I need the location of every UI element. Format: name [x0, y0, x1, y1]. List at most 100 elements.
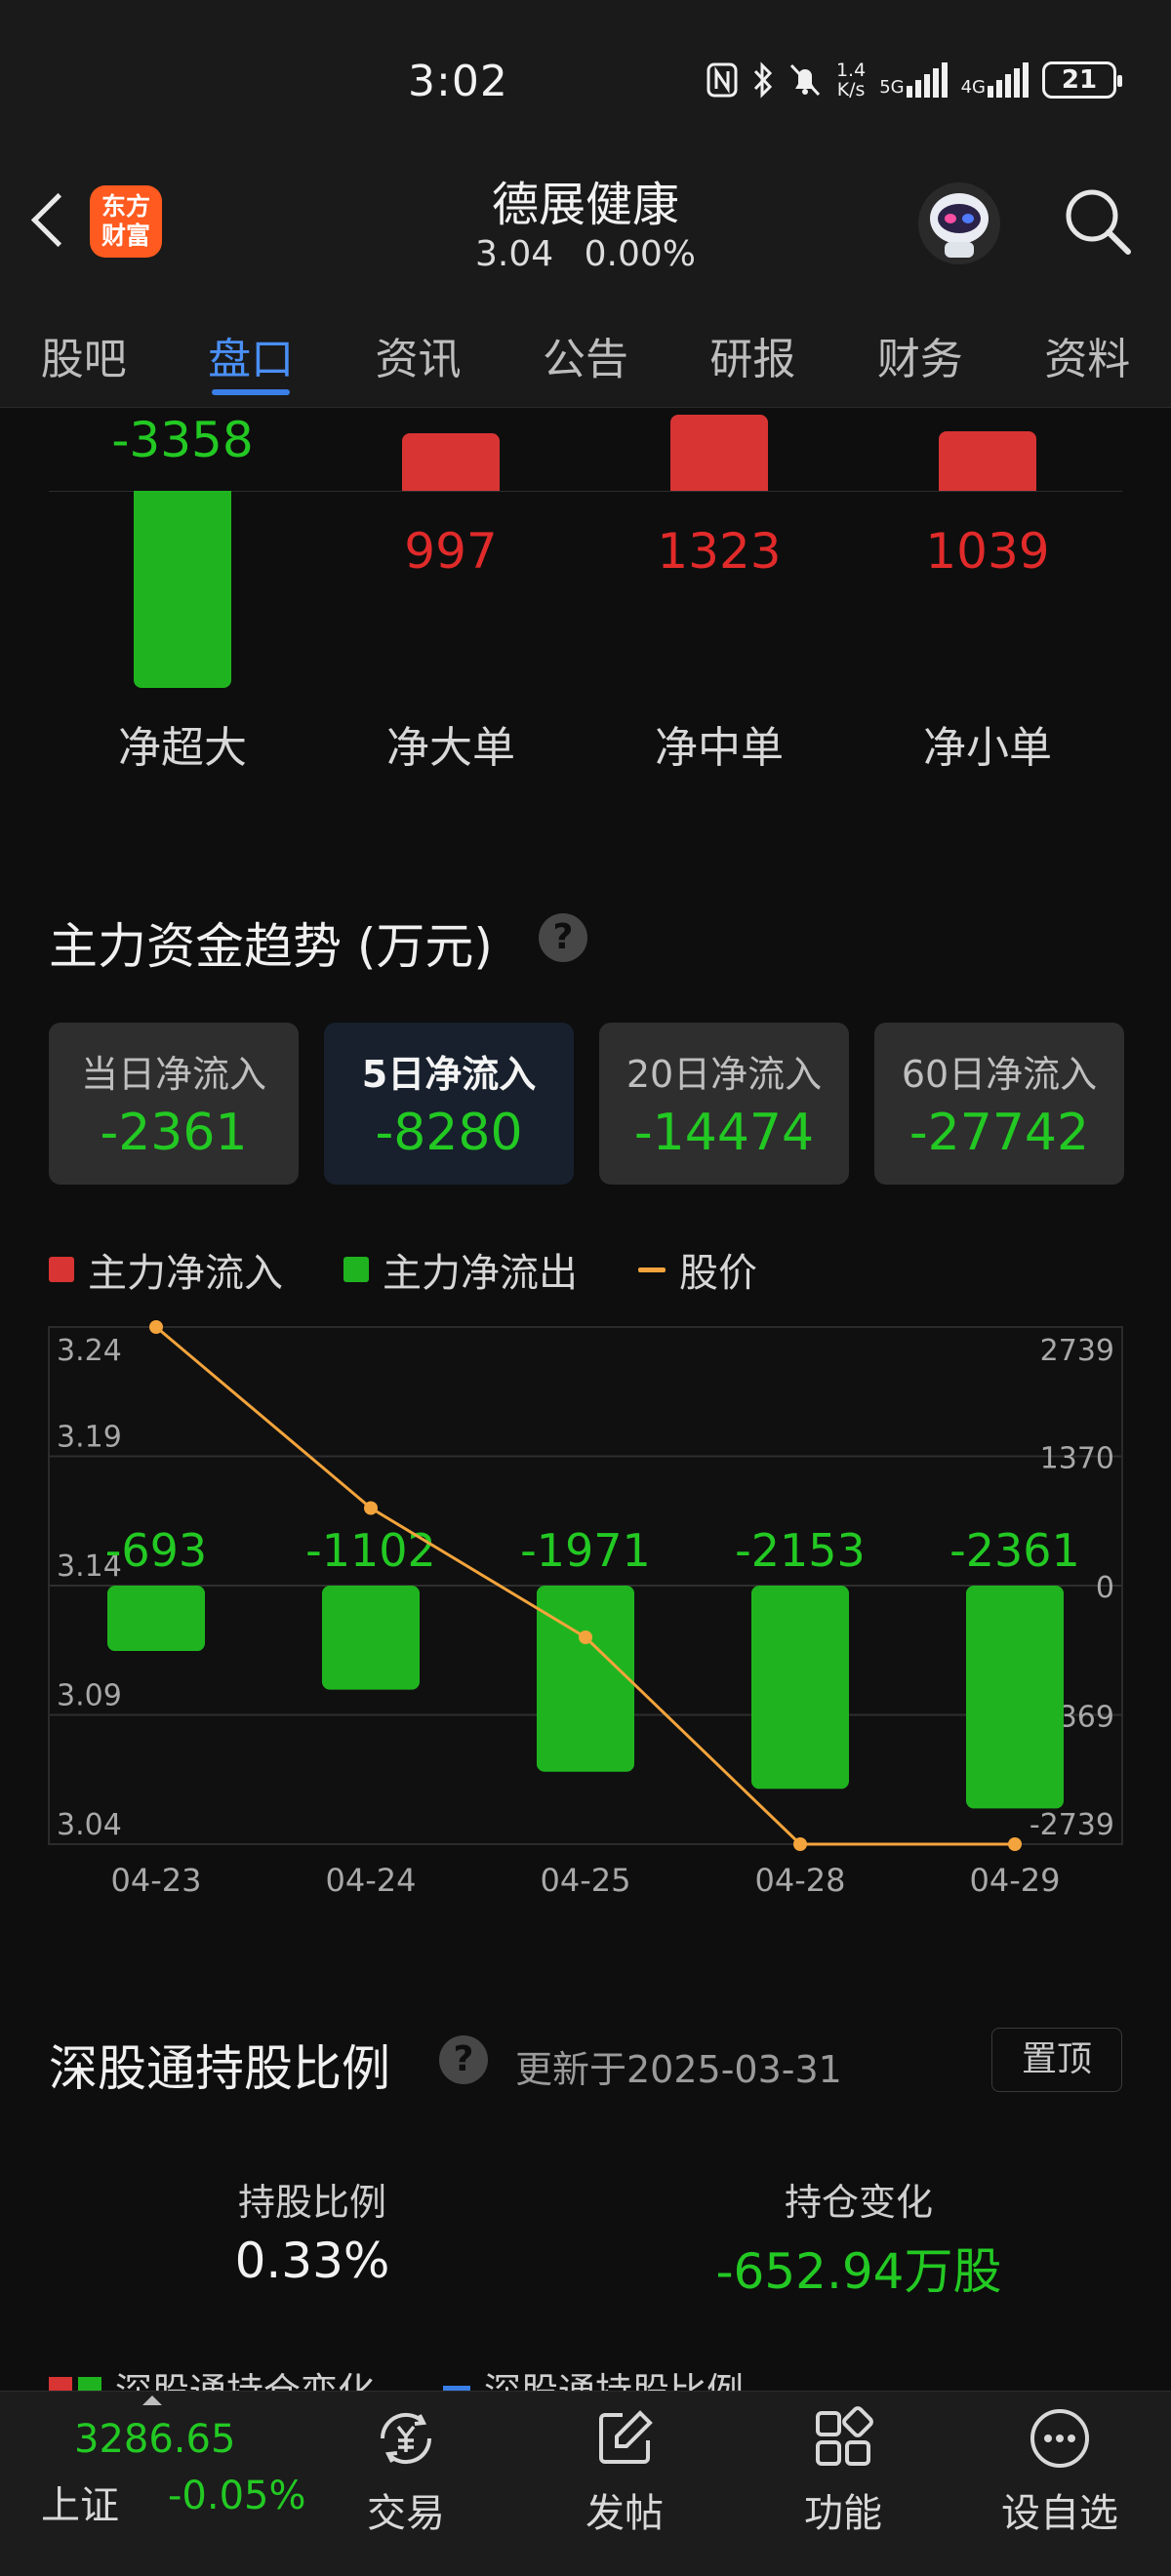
tab-announcements[interactable]: 公告: [502, 295, 668, 407]
x-tick-label: 04-23: [111, 1862, 202, 1899]
sim2-type: 4G: [960, 77, 986, 98]
period-card-60d[interactable]: 60日净流入 -27742: [874, 1023, 1124, 1185]
bottom-nav: 3286.65 上证 -0.05% 交易 发帖 功能 设自选: [0, 2391, 1171, 2576]
tab-financials[interactable]: 财务: [836, 295, 1003, 407]
y-left-tick: 3.24: [57, 1334, 122, 1368]
tab-label: 股吧: [40, 335, 127, 384]
x-tick-label: 04-28: [755, 1862, 846, 1899]
period-label: 60日净流入: [901, 1053, 1098, 1096]
nav-label: 发帖: [586, 2491, 664, 2536]
nav-functions[interactable]: 功能: [755, 2403, 931, 2538]
flow-bar: [966, 1586, 1064, 1809]
price-point: [793, 1837, 807, 1851]
net-flow-bar-large: [402, 433, 500, 491]
period-card-20d[interactable]: 20日净流入 -14474: [599, 1023, 849, 1185]
hold-ratio-label: 持股比例: [237, 2181, 386, 2224]
net-flow-value-medium: 1323: [657, 523, 782, 580]
legend-inflow-swatch: [49, 1257, 74, 1282]
hold-ratio-value: 0.33%: [234, 2233, 390, 2289]
period-card-5d[interactable]: 5日净流入 -8280: [324, 1023, 574, 1185]
flow-bar-label: -693: [105, 1524, 207, 1577]
tab-label: 资讯: [375, 335, 462, 384]
nav-label: 设自选: [1001, 2491, 1118, 2536]
nav-post[interactable]: 发帖: [537, 2403, 712, 2538]
period-value: -2361: [100, 1104, 248, 1162]
tab-news[interactable]: 资讯: [335, 295, 502, 407]
y-left-tick: 3.19: [57, 1421, 122, 1455]
tab-label: 公告: [542, 335, 628, 384]
net-flow-value-small: 1039: [925, 523, 1050, 580]
nav-add-watchlist[interactable]: 设自选: [972, 2403, 1148, 2538]
chart-legend: 主力净流入 主力净流出 股价: [49, 1241, 818, 1298]
legend-label: 股价: [679, 1251, 757, 1296]
flow-bar: [322, 1586, 420, 1690]
x-tick-label: 04-29: [970, 1862, 1061, 1899]
legend-label: 主力净流出: [383, 1251, 578, 1296]
nav-label: 交易: [367, 2491, 445, 2536]
battery-icon: 21: [1042, 61, 1122, 99]
legend-inflow: 主力净流入: [49, 1241, 283, 1298]
flow-bar: [751, 1586, 849, 1790]
sim1-type: 5G: [879, 77, 905, 98]
price-point: [149, 1320, 163, 1334]
period-value: -14474: [633, 1104, 815, 1162]
period-card-today[interactable]: 当日净流入 -2361: [49, 1023, 299, 1185]
legend-outflow-swatch: [343, 1257, 369, 1282]
tab-profile[interactable]: 资料: [1004, 295, 1171, 407]
net-flow-bar-medium: [670, 415, 768, 491]
net-flow-value-super: -3358: [111, 412, 254, 468]
sim1-signal: 5G: [879, 62, 948, 98]
period-label: 当日净流入: [80, 1053, 266, 1096]
nfc-icon: [707, 62, 738, 98]
hk-title: 深股通持股比例: [49, 2040, 390, 2097]
help-icon[interactable]: ?: [539, 913, 587, 962]
period-value: -8280: [375, 1104, 523, 1162]
index-value: 3286.65: [74, 2417, 236, 2462]
legend-label: 主力净流入: [88, 1251, 283, 1296]
price-point: [364, 1501, 378, 1515]
net-flow-bar-super: [134, 491, 231, 688]
y-right-tick: -2739: [1030, 1808, 1114, 1842]
tab-bar: 股吧 盘口 资讯 公告 研报 财务 资料: [0, 295, 1171, 408]
period-value: -27742: [909, 1104, 1090, 1162]
y-left-tick: 3.04: [57, 1808, 122, 1842]
grid-apps-icon: [816, 2406, 873, 2466]
stock-price: 3.04: [475, 234, 554, 274]
x-tick-label: 04-24: [326, 1862, 417, 1899]
period-label: 20日净流入: [626, 1053, 823, 1096]
tab-research[interactable]: 研报: [669, 295, 836, 407]
price-point: [1008, 1837, 1022, 1851]
pin-top-button[interactable]: 置顶: [991, 2028, 1122, 2092]
signal-icon: [906, 62, 948, 98]
flow-bar-label: -2153: [735, 1524, 866, 1577]
bluetooth-icon: [753, 61, 773, 99]
legend-price: 股价: [638, 1241, 757, 1298]
robot-assistant-icon[interactable]: [915, 180, 1003, 267]
y-right-tick: 0: [1096, 1571, 1114, 1605]
tab-pankou[interactable]: 盘口: [167, 295, 334, 407]
y-right-tick: 1370: [1040, 1442, 1114, 1476]
tab-guba[interactable]: 股吧: [0, 295, 167, 407]
nav-trade[interactable]: 交易: [318, 2403, 494, 2538]
net-flow-label-small: 净小单: [923, 723, 1052, 773]
help-icon[interactable]: ?: [439, 2035, 488, 2084]
tab-label: 财务: [876, 335, 963, 384]
nav-label: 功能: [804, 2491, 882, 2536]
index-change: -0.05%: [168, 2474, 306, 2518]
flow-bar-label: -1971: [520, 1524, 651, 1577]
trade-yen-icon: [380, 2412, 432, 2465]
tab-label: 研报: [709, 335, 796, 384]
net-flow-bar-small: [939, 431, 1036, 491]
search-icon[interactable]: [1062, 185, 1132, 256]
y-right-tick: 2739: [1040, 1334, 1114, 1368]
flow-bar-label: -2361: [949, 1524, 1080, 1577]
x-tick-label: 04-25: [541, 1862, 631, 1899]
net-flow-label-large: 净大单: [386, 723, 515, 773]
tab-label: 资料: [1044, 335, 1131, 384]
battery-level: 21: [1061, 65, 1098, 95]
fund-trend-chart: 3.243.193.143.093.04273913700-1369-2739-…: [48, 1320, 1123, 1899]
price-point: [579, 1630, 592, 1644]
index-ticker[interactable]: 3286.65 上证 -0.05%: [0, 2392, 312, 2576]
net-speed-unit: K/s: [836, 79, 866, 101]
tab-label: 盘口: [208, 335, 295, 384]
